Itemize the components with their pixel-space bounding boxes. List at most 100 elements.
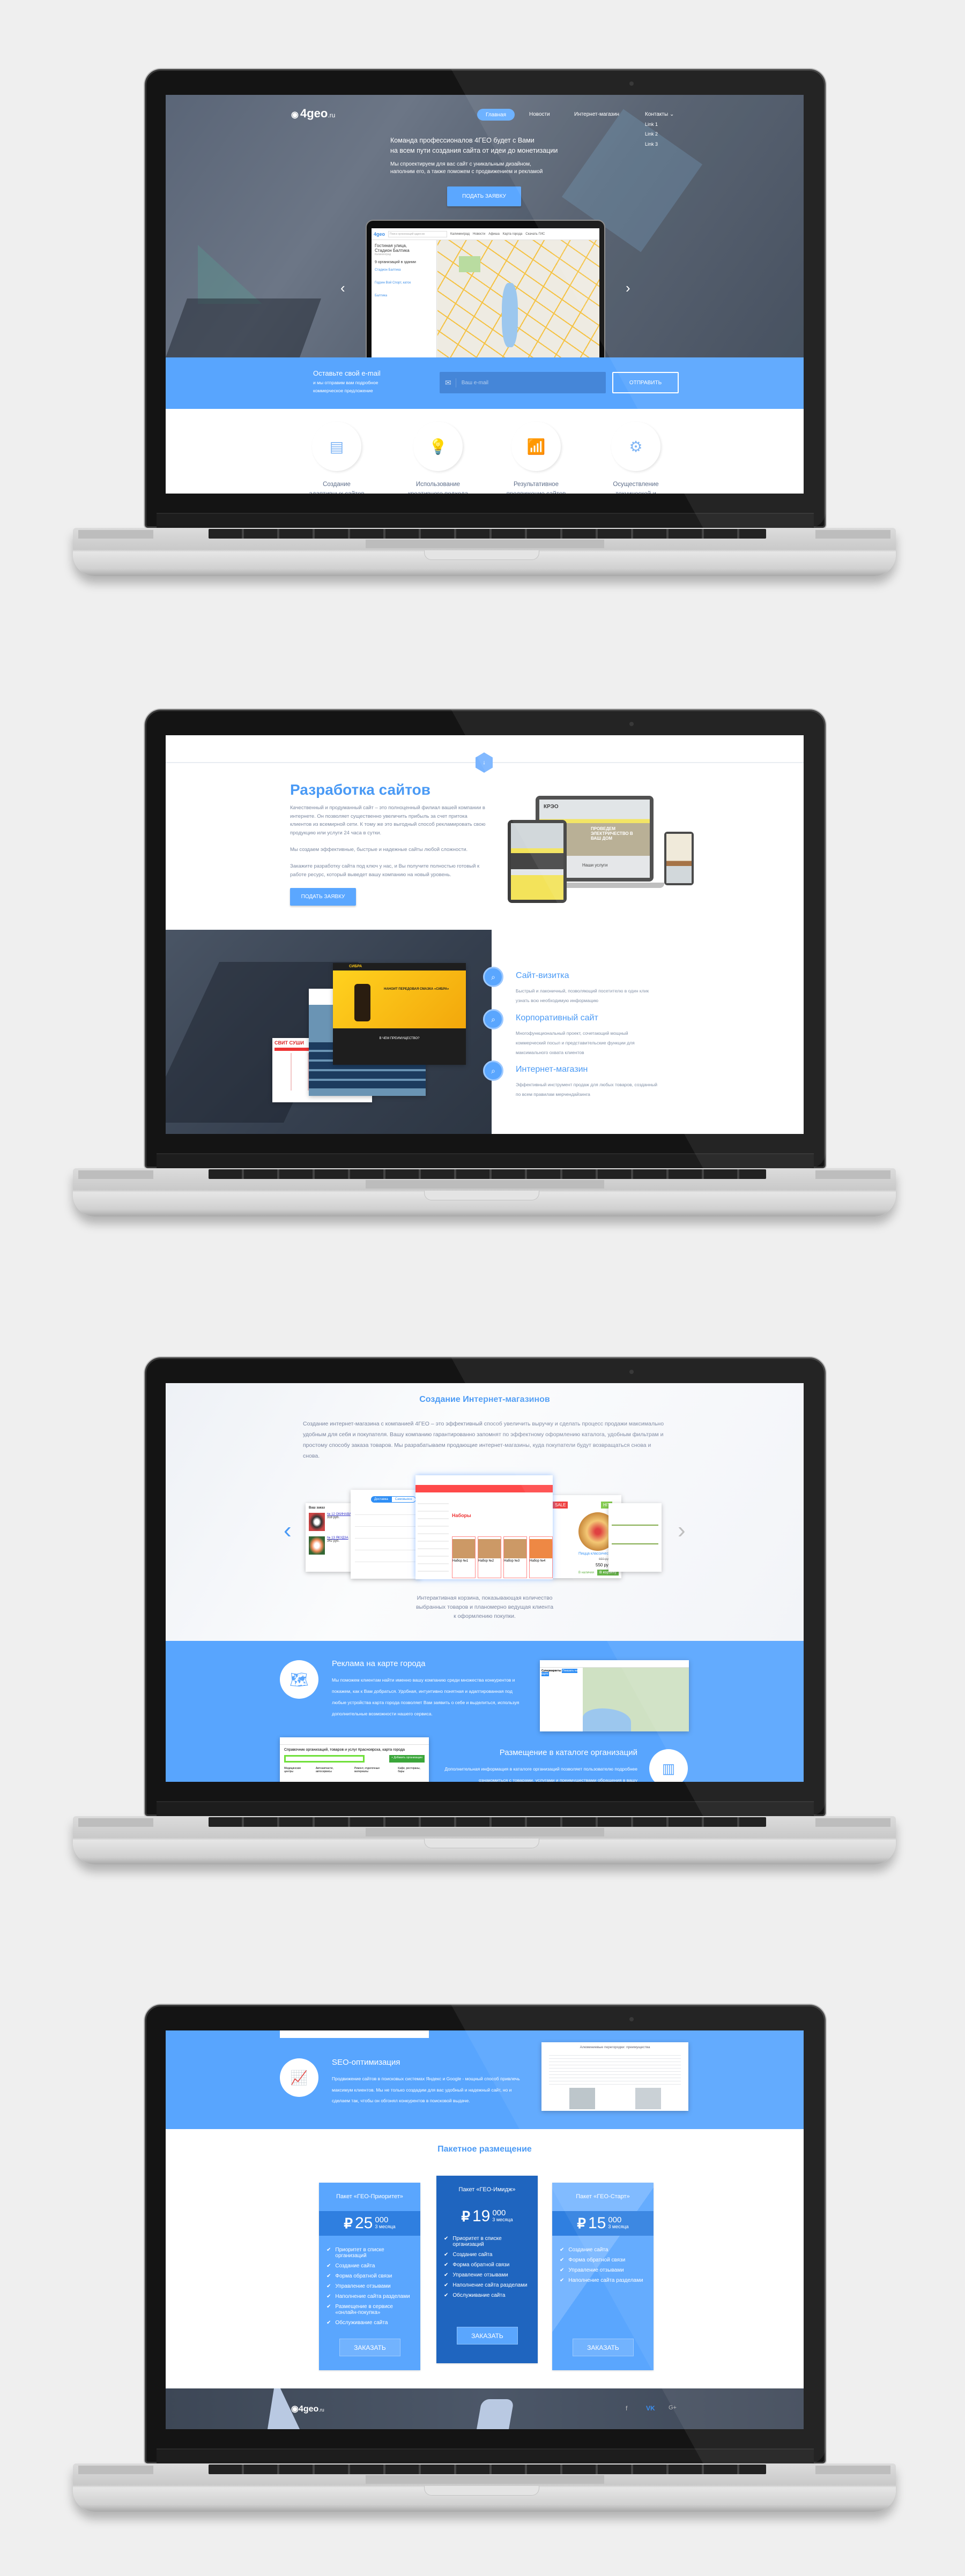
site-type-description: максимального охвата клиентов (516, 1050, 584, 1055)
order-package-button[interactable]: ЗАКАЗАТЬ (339, 2339, 400, 2356)
intro-paragraph: Качественный и продуманный сайт – это по… (290, 805, 486, 836)
in-stock-label: В наличии (578, 1571, 595, 1574)
dropdown-link-1[interactable]: Link 1 (645, 122, 658, 127)
package-name: Пакет «ГЕО-Старт» (576, 2193, 630, 2200)
checkmark-icon: ✔ (444, 2236, 449, 2242)
package-feature: ✔ Форма обратной связи (444, 2262, 510, 2268)
hero-photo-shape (198, 245, 262, 304)
checkmark-icon: ✔ (560, 2278, 565, 2283)
catalog-screenshot: Справочник организаций, товаров и услуг … (280, 1737, 429, 1782)
laptop-base (73, 1168, 896, 1216)
site-type-description: Многофункциональный проект, сочетающий м… (516, 1031, 628, 1036)
sushi-image (309, 1513, 325, 1531)
submit-request-button[interactable]: ПОДАТЬ ЗАЯВКУ (290, 888, 356, 906)
site-type-title: Сайт-визитка (516, 971, 569, 980)
inner-site-header: 4geo Поиск организаций адресов Калинингр… (372, 228, 599, 240)
footer: ◉4geo.ru f VK G+ (166, 2388, 804, 2429)
package-price: ₽ 25 000 3 месяца (319, 2211, 420, 2236)
camera-dot (629, 722, 634, 726)
carousel-prev-arrow-icon[interactable]: ‹ (284, 1517, 292, 1544)
laptop-hinge (157, 1801, 814, 1816)
keyboard (209, 529, 766, 539)
checkmark-icon: ✔ (326, 2304, 331, 2310)
catalog-title: Размещение в каталоге организаций (499, 1748, 637, 1757)
nav-news[interactable]: Новости (529, 111, 550, 117)
site-type-title: Интернет-магазин (516, 1065, 588, 1074)
carousel-prev-arrow-icon[interactable]: ‹ (340, 280, 345, 296)
order-package-button[interactable]: ЗАКАЗАТЬ (457, 2327, 518, 2344)
google-plus-icon[interactable]: G+ (669, 2405, 677, 2411)
package-feature: ✔ Обслуживание сайта (326, 2320, 388, 2326)
carousel-next-arrow-icon[interactable]: › (626, 280, 630, 296)
map-ad-description: Мы поможем клиентам найти именно вашу ко… (332, 1677, 519, 1716)
email-input[interactable]: ✉ Ваш e-mail (440, 372, 606, 393)
speaker-grille (78, 1818, 153, 1827)
footer-logo[interactable]: ◉4geo.ru (291, 2403, 324, 2414)
camera-dot (629, 81, 634, 86)
email-title: Оставьте свой e-mail (313, 369, 381, 377)
send-email-button[interactable]: ОТПРАВИТЬ (612, 372, 679, 393)
speaker-grille (815, 2466, 890, 2474)
seo-description: Продвижение сайтов в поисковых системах … (332, 2076, 520, 2103)
carousel-next-arrow-icon[interactable]: › (678, 1517, 686, 1544)
package-feature: ✔ Приоритет в списке организаций (444, 2236, 502, 2248)
sets-grid: Набор №1 Набор №2 Набор №3 Набор №4 (452, 1536, 553, 1578)
catalog-description: Дополнительная информация в каталоге орг… (444, 1766, 637, 1782)
vk-icon[interactable]: VK (646, 2405, 655, 2412)
inner-search-input: Поиск организаций адресов (388, 230, 448, 237)
lid-notch (424, 1839, 539, 1848)
speaker-grille (815, 1818, 890, 1827)
catalog-screenshot-bottom (280, 2030, 429, 2038)
camera-dot (629, 2017, 634, 2021)
nav-shop[interactable]: Интернет-магазин (574, 111, 619, 117)
email-band: Оставьте свой e-mail и мы отправим вам п… (166, 357, 804, 409)
dropdown-link-3[interactable]: Link 3 (645, 141, 658, 147)
lid-notch (424, 1191, 539, 1200)
laptop-hinge (157, 2448, 814, 2463)
nav-home[interactable]: Главная (477, 109, 515, 121)
checkmark-icon: ✔ (444, 2282, 449, 2288)
site-type-description: по всем правилам мерчендайзинга (516, 1092, 590, 1097)
inner-laptop-mockup: 4geo Поиск организаций адресов Калинингр… (366, 220, 605, 368)
speaker-grille (815, 1170, 890, 1179)
inner-site-panel: Гостиная улица, Стадион Балтика Калининг… (372, 240, 437, 368)
dropdown-link-2[interactable]: Link 2 (645, 131, 658, 137)
delivery-form-card: Доставка Самовывоз (351, 1490, 420, 1579)
checkmark-icon: ✔ (326, 2294, 331, 2299)
lid-notch (424, 2486, 539, 2496)
keyboard (209, 1817, 766, 1827)
screen-development: ↓ Разработка сайтов Качественный и проду… (166, 735, 804, 1134)
order-package-button[interactable]: ЗАКАЗАТЬ (573, 2339, 634, 2356)
facebook-icon[interactable]: f (626, 2405, 627, 2412)
package-feature: ✔ Размещение в сервисе «онлайн-покупка» (326, 2304, 393, 2316)
package-feature: ✔ Создание сайта (326, 2263, 375, 2269)
package-feature: ✔ Управление отзывами (560, 2267, 624, 2273)
sushi-image (309, 1536, 325, 1555)
scroll-down-arrow-icon[interactable]: ↓ (476, 752, 493, 773)
catalog-card: Наборы Набор №1 Набор №2 Набор №3 Набор … (415, 1475, 553, 1579)
package-feature: ✔ Обслуживание сайта (444, 2293, 506, 2298)
package-feature: ✔ Наполнение сайта разделами (444, 2282, 528, 2288)
trackpad (366, 540, 604, 548)
package-feature: ✔ Управление отзывами (444, 2272, 508, 2278)
checkmark-icon: ✔ (560, 2257, 565, 2263)
site-type-description: Эффективный инструмент продаж для любых … (516, 1082, 657, 1087)
package-card: Пакет «ГЕО-Приоритет» ₽ 25 000 3 месяца ✔… (319, 2183, 420, 2370)
checkmark-icon: ✔ (560, 2247, 565, 2253)
site-type-description: коммерческий посыл и представительские ф… (516, 1040, 635, 1046)
inner-site-map (437, 240, 599, 368)
nav-contacts[interactable]: Контакты ⌄ (645, 111, 674, 117)
package-feature: ✔ Создание сайта (444, 2252, 493, 2258)
package-name: Пакет «ГЕО-Приоритет» (336, 2193, 403, 2200)
laptop-mockup-4: 📈 SEO-оптимизация Продвижение сайтов в п… (0, 2005, 965, 2541)
map-ad-title: Реклама на карте города (332, 1659, 426, 1668)
device-phone-image (664, 832, 694, 885)
checkmark-icon: ✔ (560, 2267, 565, 2273)
submit-request-button[interactable]: ПОДАТЬ ЗАЯВКУ (447, 186, 521, 206)
intro-paragraph-3: Закажите разработку сайта под ключ у нас… (290, 863, 480, 878)
globe-icon: ◉ (291, 110, 299, 120)
logo[interactable]: ◉ 4geo .ru (291, 107, 335, 121)
packages-title: Пакетное размещение (437, 2145, 532, 2154)
lid-notch (424, 550, 539, 560)
feature-label: Созданиеадаптивных сайтов (309, 481, 364, 494)
